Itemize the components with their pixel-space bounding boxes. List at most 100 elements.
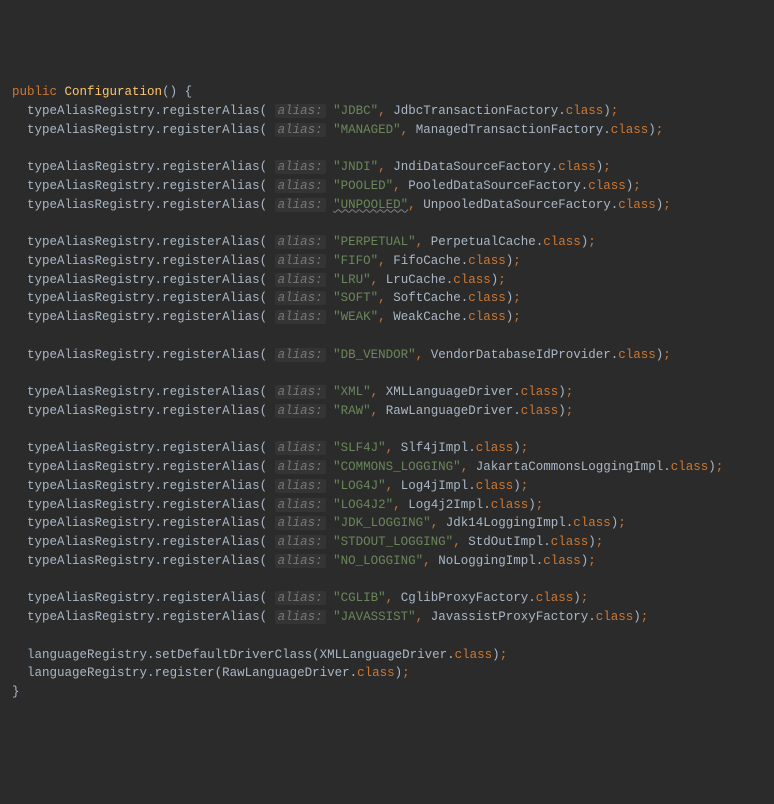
lang-registry-call: register [155,666,215,680]
class-keyword: class [468,310,506,324]
register-alias-line: typeAliasRegistry.registerAlias( alias: … [12,196,762,215]
register-alias-line: typeAliasRegistry.registerAlias( alias: … [12,533,762,552]
param-hint: alias: [275,254,326,268]
registry-ident: typeAliasRegistry [27,104,155,118]
param-hint: alias: [275,104,326,118]
param-hint: alias: [275,535,326,549]
class-ref: JakartaCommonsLoggingImpl [476,460,664,474]
register-alias-call: registerAlias [162,385,260,399]
registry-ident: typeAliasRegistry [27,385,155,399]
lang-registry-call: setDefaultDriverClass [155,648,313,662]
register-alias-call: registerAlias [162,591,260,605]
registry-ident: typeAliasRegistry [27,610,155,624]
code-editor[interactable]: public Configuration() { typeAliasRegist… [12,83,762,702]
class-keyword: class [543,554,581,568]
class-keyword: class [618,348,656,362]
alias-string: "UNPOOLED" [333,198,408,212]
register-alias-line: typeAliasRegistry.registerAlias( alias: … [12,271,762,290]
param-hint: alias: [275,310,326,324]
registry-ident: typeAliasRegistry [27,516,155,530]
blank-line [12,327,762,346]
class-keyword: class [596,610,634,624]
class-keyword: class [543,235,581,249]
registry-ident: typeAliasRegistry [27,404,155,418]
class-keyword: class [453,273,491,287]
param-hint: alias: [275,235,326,249]
alias-string: "JDK_LOGGING" [333,516,431,530]
registry-ident: typeAliasRegistry [27,310,155,324]
register-alias-call: registerAlias [162,460,260,474]
alias-string: "LRU" [333,273,371,287]
lang-registry-ident: languageRegistry [27,648,147,662]
register-alias-call: registerAlias [162,123,260,137]
class-keyword: class [476,479,514,493]
alias-string: "STDOUT_LOGGING" [333,535,453,549]
class-ref: Log4j2Impl [408,498,483,512]
param-hint: alias: [275,610,326,624]
alias-string: "XML" [333,385,371,399]
blank-line [12,214,762,233]
class-keyword: class [468,291,506,305]
register-alias-line: typeAliasRegistry.registerAlias( alias: … [12,608,762,627]
register-alias-line: typeAliasRegistry.registerAlias( alias: … [12,102,762,121]
register-alias-call: registerAlias [162,516,260,530]
class-keyword: class [611,123,649,137]
register-alias-call: registerAlias [162,404,260,418]
registry-ident: typeAliasRegistry [27,554,155,568]
param-hint: alias: [275,198,326,212]
class-keyword: class [558,160,596,174]
alias-string: "SLF4J" [333,441,386,455]
registry-ident: typeAliasRegistry [27,179,155,193]
register-alias-call: registerAlias [162,310,260,324]
param-hint: alias: [275,554,326,568]
param-hint: alias: [275,348,326,362]
class-keyword: class [671,460,709,474]
registry-ident: typeAliasRegistry [27,479,155,493]
param-hint: alias: [275,291,326,305]
register-alias-line: typeAliasRegistry.registerAlias( alias: … [12,158,762,177]
language-registry-line: languageRegistry.setDefaultDriverClass(X… [12,646,762,665]
class-ref: Slf4jImpl [401,441,469,455]
register-alias-line: typeAliasRegistry.registerAlias( alias: … [12,458,762,477]
method-signature: public Configuration() { [12,83,762,102]
class-ref: RawLanguageDriver [222,666,350,680]
param-hint: alias: [275,123,326,137]
class-ref: UnpooledDataSourceFactory [423,198,611,212]
alias-string: "CGLIB" [333,591,386,605]
class-ref: WeakCache [393,310,461,324]
class-ref: PooledDataSourceFactory [408,179,581,193]
register-alias-line: typeAliasRegistry.registerAlias( alias: … [12,346,762,365]
class-keyword: class [536,591,574,605]
class-keyword: class [476,441,514,455]
alias-string: "FIFO" [333,254,378,268]
class-ref: StdOutImpl [468,535,543,549]
param-hint: alias: [275,516,326,530]
class-keyword: class [618,198,656,212]
class-ref: RawLanguageDriver [386,404,514,418]
register-alias-line: typeAliasRegistry.registerAlias( alias: … [12,233,762,252]
alias-string: "COMMONS_LOGGING" [333,460,461,474]
register-alias-line: typeAliasRegistry.registerAlias( alias: … [12,308,762,327]
class-ref: VendorDatabaseIdProvider [431,348,611,362]
register-alias-call: registerAlias [162,291,260,305]
registry-ident: typeAliasRegistry [27,498,155,512]
registry-ident: typeAliasRegistry [27,198,155,212]
param-hint: alias: [275,498,326,512]
alias-string: "LOG4J" [333,479,386,493]
register-alias-line: typeAliasRegistry.registerAlias( alias: … [12,552,762,571]
alias-string: "RAW" [333,404,371,418]
registry-ident: typeAliasRegistry [27,348,155,362]
class-ref: NoLoggingImpl [438,554,536,568]
blank-line [12,421,762,440]
param-hint: alias: [275,179,326,193]
register-alias-call: registerAlias [162,498,260,512]
alias-string: "JDBC" [333,104,378,118]
class-ref: XMLLanguageDriver [386,385,514,399]
register-alias-call: registerAlias [162,610,260,624]
class-ref: PerpetualCache [431,235,536,249]
register-alias-line: typeAliasRegistry.registerAlias( alias: … [12,589,762,608]
param-hint: alias: [275,460,326,474]
registry-ident: typeAliasRegistry [27,535,155,549]
blank-line [12,139,762,158]
blank-line [12,627,762,646]
